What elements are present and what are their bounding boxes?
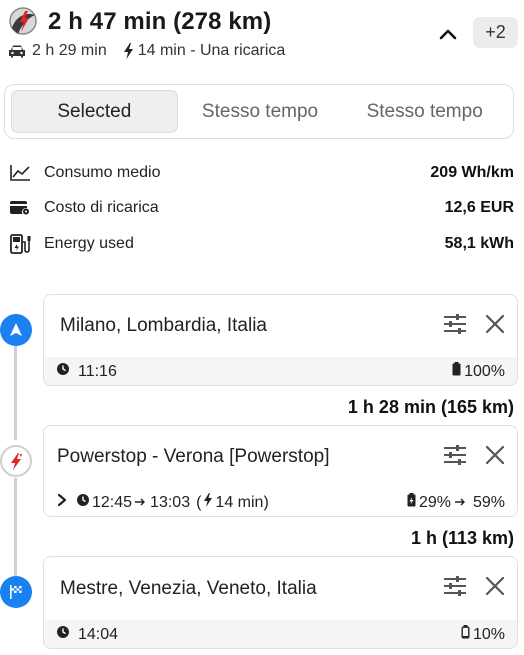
battery-charging-icon	[407, 493, 416, 512]
arrow-right-icon	[454, 494, 466, 512]
battery-level: 100%	[464, 362, 505, 380]
stop-name[interactable]: Powerstop - Verona [Powerstop]	[57, 446, 443, 468]
route-summary-title: 2 h 47 min (278 km)	[48, 8, 272, 35]
battery-level: 10%	[472, 625, 505, 643]
tab-alternative-2[interactable]: Stesso tempo	[342, 90, 507, 133]
car-icon	[8, 44, 26, 58]
tab-alternative-1[interactable]: Stesso tempo	[178, 90, 343, 133]
bolt-icon	[123, 43, 134, 59]
adjust-settings-icon[interactable]	[443, 313, 467, 339]
timeline-line	[14, 478, 17, 576]
tab-selected[interactable]: Selected	[11, 90, 178, 133]
bolt-icon	[203, 493, 213, 512]
charge-summary: 14 min - Una ricarica	[137, 42, 286, 59]
charge-duration: 14 min)	[215, 493, 269, 511]
stop-name[interactable]: Mestre, Venezia, Veneto, Italia	[60, 578, 443, 600]
stat-energy-used: Energy used 58,1 kWh	[8, 231, 514, 257]
app-logo-icon	[8, 6, 38, 36]
timeline-line	[14, 344, 17, 440]
stop-card-destination[interactable]: Mestre, Venezia, Veneto, Italia 14:04 10…	[43, 556, 518, 649]
clock-icon	[76, 493, 90, 512]
collapse-button[interactable]	[434, 20, 462, 48]
chart-line-icon	[8, 164, 32, 182]
stop-card-charging[interactable]: Powerstop - Verona [Powerstop] 12:45 13:…	[43, 425, 518, 517]
chevron-up-icon	[439, 29, 457, 40]
stat-average-consumption: Consumo medio 209 Wh/km	[8, 160, 514, 186]
route-option-tabs: Selected Stesso tempo Stesso tempo	[4, 84, 514, 139]
arrival-time: 11:16	[78, 362, 117, 380]
powerstop-logo-icon	[11, 453, 22, 470]
adjust-settings-icon[interactable]	[443, 576, 467, 601]
leg-duration-2: 1 h (113 km)	[410, 528, 514, 548]
arrow-right-icon	[134, 494, 146, 512]
charging-station-icon	[8, 233, 32, 255]
stop-card-start[interactable]: Milano, Lombardia, Italia 11:16 100%	[43, 294, 518, 386]
stat-charging-cost: Costo di ricarica 12,6 EUR	[8, 195, 514, 221]
chevron-right-icon[interactable]	[56, 493, 68, 512]
finish-flag-icon	[10, 585, 22, 599]
battery-out: 59%	[472, 493, 505, 511]
wallet-icon	[8, 199, 32, 217]
destination-node	[0, 576, 32, 608]
battery-low-icon	[461, 625, 470, 644]
departure-time: 13:03	[150, 493, 191, 511]
charge-open-paren: (	[196, 493, 202, 511]
close-icon[interactable]	[485, 314, 505, 339]
route-subtitle: 2 h 29 min 14 min - Una ricarica	[8, 42, 285, 60]
more-routes-badge[interactable]: +2	[473, 17, 518, 48]
navigation-arrow-icon	[10, 323, 22, 336]
clock-icon	[56, 362, 70, 381]
charging-stop-node	[0, 445, 32, 477]
close-icon[interactable]	[485, 576, 505, 601]
leg-duration-1: 1 h 28 min (165 km)	[347, 397, 514, 417]
close-icon[interactable]	[485, 445, 505, 470]
battery-full-icon	[452, 362, 461, 381]
start-node	[0, 314, 32, 346]
arrival-time: 14:04	[78, 625, 119, 643]
stop-name[interactable]: Milano, Lombardia, Italia	[60, 315, 443, 337]
adjust-settings-icon[interactable]	[443, 444, 467, 470]
clock-icon	[56, 625, 70, 644]
drive-time: 2 h 29 min	[32, 42, 107, 59]
arrival-time: 12:45	[92, 493, 133, 511]
battery-in: 29%	[418, 493, 451, 511]
